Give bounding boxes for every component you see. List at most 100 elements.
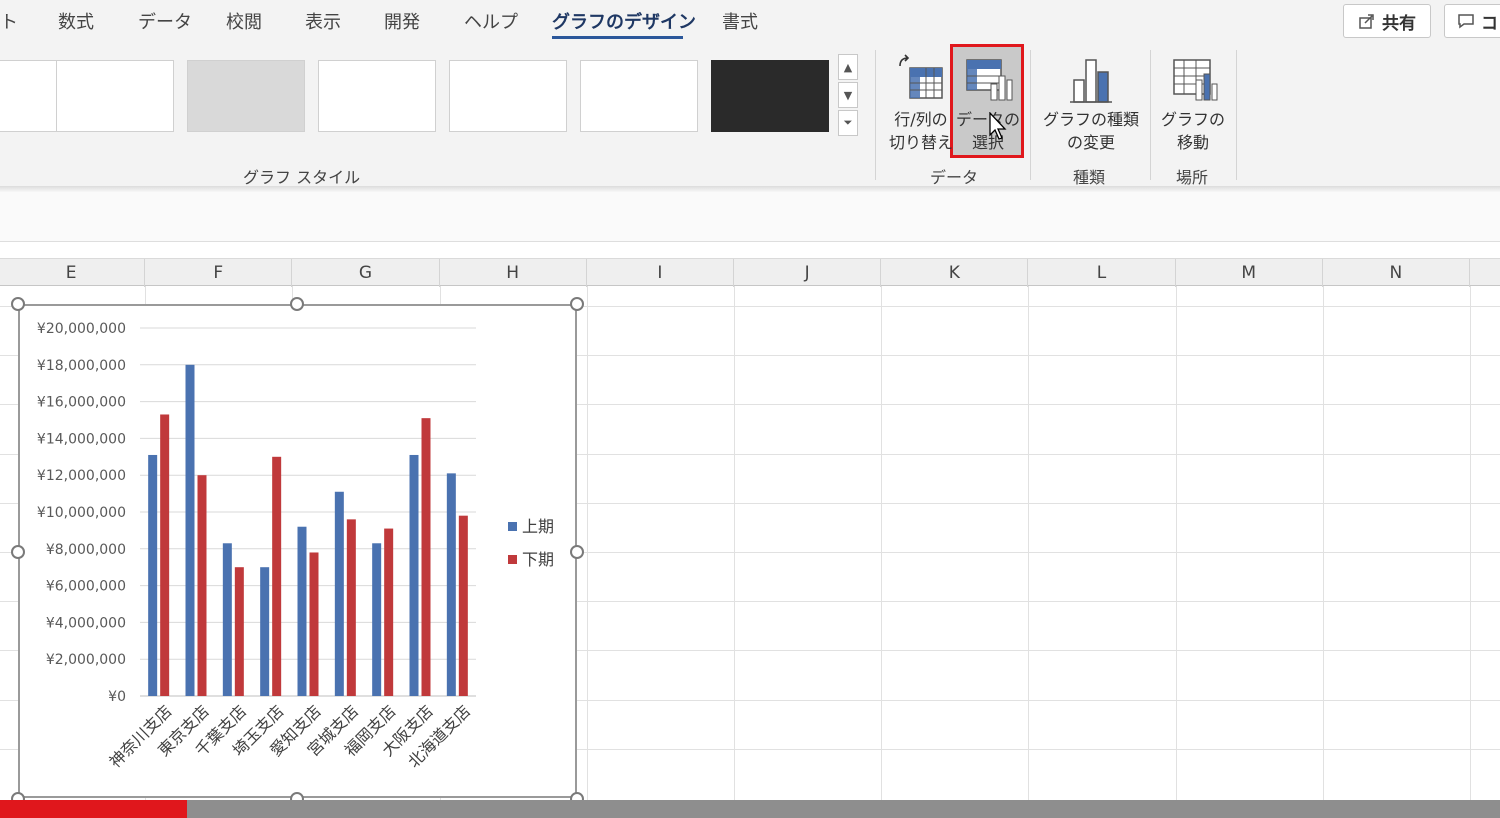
chart-style-thumb-3[interactable] [187,60,305,132]
bar-first-half [148,454,158,696]
chevron-down-icon: ▼ [843,88,853,102]
y-tick-label: ¥16,000,000 [37,395,126,411]
chart-style-thumb-2[interactable] [56,60,174,132]
column-header-e[interactable]: E [0,259,146,287]
grid-column-line [734,286,735,800]
grid-column-line [1175,286,1177,800]
column-header-j[interactable]: J [734,259,882,287]
bar-second-half [272,456,282,696]
gallery-scroll-up-button[interactable]: ▲ [838,54,858,80]
active-tab-indicator [552,36,683,39]
select-data-icon [966,59,1013,101]
column-header-k[interactable]: K [881,259,1029,287]
resize-handle[interactable] [570,297,584,311]
tab-view[interactable]: 表示 [305,8,341,34]
bar-second-half [160,414,170,696]
group-label-location: 場所 [1176,168,1209,187]
tab-review[interactable]: 校閲 [226,8,262,34]
comment-icon [1458,14,1474,29]
column-header-f[interactable]: F [145,259,293,287]
y-tick-label: ¥2,000,000 [46,652,126,668]
bar-second-half [234,567,244,696]
progress-bar-fill [0,800,187,818]
column-header-h[interactable]: H [440,259,587,287]
grid-column-line [1322,286,1324,800]
legend-label: 下期 [522,550,554,569]
y-tick-label: ¥4,000,000 [46,615,126,631]
column-header-i[interactable]: I [587,259,734,287]
comment-button[interactable]: コ [1444,4,1500,38]
bar-first-half [260,567,270,696]
column-header-l[interactable]: L [1028,259,1176,287]
column-header-g[interactable]: G [292,259,440,287]
column-header-n[interactable]: N [1323,259,1470,287]
chart-style-thumb-7[interactable] [711,60,829,132]
group-separator [875,50,876,180]
bar-first-half [297,526,307,696]
y-tick-label: ¥0 [108,689,126,705]
group-label-data: データ [930,168,979,187]
group-label-type: 種類 [1073,168,1106,187]
bar-second-half [384,528,394,696]
bar-second-half [309,552,319,696]
move-chart-icon [1173,59,1218,101]
share-button[interactable]: 共有 [1343,4,1431,38]
bar-second-half [458,515,468,696]
chart-style-thumb-4[interactable] [318,60,436,132]
group-label-chart-styles: グラフ スタイル [243,168,361,187]
legend-swatch [508,555,517,564]
group-separator [1150,50,1151,180]
bar-first-half [222,543,232,696]
tab-developer[interactable]: 開発 [384,8,420,34]
resize-handle[interactable] [570,545,584,559]
column-header-row: EFGHIJKLMN [0,258,1500,287]
tab-help[interactable]: ヘルプ [464,8,518,34]
resize-handle[interactable] [11,545,25,559]
grid-column-line [586,286,588,800]
legend-swatch [508,522,517,531]
gallery-scroll-down-button[interactable]: ▼ [838,82,858,108]
bar-first-half [446,473,456,696]
tab-format[interactable]: 書式 [722,8,758,34]
bar-second-half [346,519,356,696]
bar-first-half [409,454,419,696]
share-icon [1359,14,1374,29]
group-separator [1030,50,1031,180]
y-tick-label: ¥6,000,000 [46,579,126,595]
resize-handle[interactable] [290,297,304,311]
chart-style-gallery: ▲ ▼ ⏷ [0,52,860,148]
tab-formulas[interactable]: 数式 [58,8,94,34]
tab-partial[interactable]: ト [0,8,18,34]
select-data-button[interactable]: データの 選択 [954,50,1022,158]
expand-gallery-icon: ⏷ [843,116,853,129]
bar-first-half [334,491,344,696]
switch-row-column-button[interactable]: 行/列の 切り替え [886,50,956,158]
move-chart-button[interactable]: グラフの 移動 [1160,50,1226,158]
y-tick-label: ¥20,000,000 [37,321,126,337]
column-header-m[interactable]: M [1176,259,1323,287]
progress-bar-track [0,800,1500,818]
bar-chart: ¥0 ¥2,000,000 ¥4,000,000 ¥6,000,000 ¥8,000,0… [37,321,554,771]
chart-style-thumb-5[interactable] [449,60,567,132]
chevron-up-icon: ▲ [843,60,853,74]
tab-data[interactable]: データ [138,8,192,34]
resize-handle[interactable] [11,297,25,311]
tab-chart-design[interactable]: グラフのデザイン [552,8,696,34]
y-tick-label: ¥10,000,000 [37,505,126,521]
bar-first-half [372,543,382,696]
y-tick-label: ¥12,000,000 [37,468,126,484]
change-chart-type-icon [1070,59,1112,103]
chart-style-thumb-6[interactable] [580,60,698,132]
change-chart-type-label: グラフの種類 の変更 [1042,110,1139,152]
y-tick-label: ¥8,000,000 [46,542,126,558]
gallery-more-button[interactable]: ⏷ [838,110,858,136]
mouse-cursor-icon [989,112,1007,140]
chart-object[interactable]: ¥0 ¥2,000,000 ¥4,000,000 ¥6,000,000 ¥8,000,0… [18,304,577,798]
grid-column-line [881,286,883,800]
comment-label: コ [1481,13,1498,34]
change-chart-type-button[interactable]: グラフの種類 の変更 [1040,50,1142,158]
bar-second-half [197,475,207,696]
legend-label: 上期 [522,517,554,536]
y-tick-label: ¥14,000,000 [37,431,126,447]
formula-bar-area [0,192,1500,242]
